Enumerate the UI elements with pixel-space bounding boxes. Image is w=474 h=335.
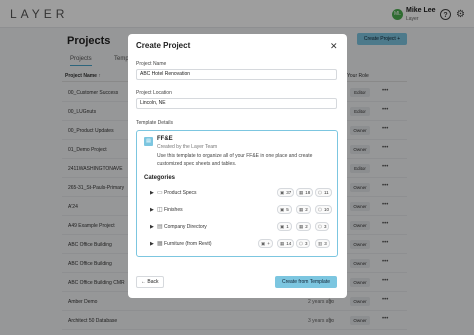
count-icon: ▣ <box>280 190 285 195</box>
chevron-right-icon[interactable]: ▶ <box>150 207 154 213</box>
count-value: 14 <box>286 241 292 246</box>
create-project-modal: Create Project ✕ Project Name ABC Hotel … <box>128 34 347 298</box>
chevron-right-icon[interactable]: ▶ <box>150 190 154 196</box>
category-icon: ▤ <box>157 224 163 230</box>
count-value: + <box>267 241 270 246</box>
count-value: 1 <box>286 224 289 229</box>
category-count-badge: ▦ 2 <box>296 222 311 231</box>
template-card: ▤ FF&E Created by the Layer Team Use thi… <box>136 130 338 257</box>
template-name: FF&E <box>157 136 173 142</box>
count-icon: ▦ <box>299 190 304 195</box>
count-value: 37 <box>286 190 292 195</box>
category-icon: ◫ <box>157 207 163 213</box>
project-name-label: Project Name <box>136 61 167 67</box>
template-details-label: Template Details <box>136 120 173 126</box>
category-count-badge: ▣ + <box>258 239 273 248</box>
chevron-right-icon[interactable]: ▶ <box>150 241 154 247</box>
count-value: 5 <box>286 207 289 212</box>
category-count-badge: ⬡ 11 <box>315 188 332 197</box>
category-count-badge: ▣ 5 <box>277 205 292 214</box>
count-icon: ▦ <box>280 241 285 246</box>
category-name: Furniture (from Revit) <box>164 241 212 247</box>
category-row[interactable]: ▶ ▭ Product Specs ▣ 37 ▦ 18 ⬡ 11 <box>144 187 334 199</box>
count-icon: ⬡ <box>318 207 322 212</box>
count-icon: ⬡ <box>299 241 303 246</box>
back-label: Back <box>147 279 159 285</box>
category-count-badge: ▣ 1 <box>277 222 292 231</box>
count-value: 3 <box>324 241 327 246</box>
category-row[interactable]: ▶ ▦ Furniture (from Revit) ▣ + ▦ 14 ⬡ 3 ▥ 3 <box>144 238 334 250</box>
category-count-badge: ▦ 2 <box>296 205 311 214</box>
category-count-badge: ▦ 18 <box>296 188 314 197</box>
count-icon: ▣ <box>280 224 285 229</box>
count-icon: ⬡ <box>318 224 322 229</box>
category-row[interactable]: ▶ ▤ Company Directory ▣ 1 ▦ 2 ⬡ 3 <box>144 221 334 233</box>
category-row[interactable]: ▶ ◫ Finishes ▣ 5 ▦ 2 ⬡ 10 <box>144 204 334 216</box>
count-icon: ▦ <box>299 207 304 212</box>
project-location-input[interactable]: Lincoln, NE <box>136 98 337 109</box>
count-icon: ▣ <box>280 207 285 212</box>
count-value: 3 <box>323 224 327 229</box>
count-icon: ▥ <box>318 241 323 246</box>
category-count-badge: ▥ 3 <box>315 239 330 248</box>
count-icon: ⬡ <box>318 190 322 195</box>
categories-title: Categories <box>144 175 176 181</box>
category-icon: ▭ <box>157 190 163 196</box>
category-icon: ▦ <box>157 241 163 247</box>
count-value: 3 <box>304 241 308 246</box>
count-icon: ▦ <box>299 224 304 229</box>
create-from-template-button[interactable]: Create from Template <box>275 276 337 288</box>
template-author: Created by the Layer Team <box>157 144 218 150</box>
project-location-label: Project Location <box>136 90 172 96</box>
modal-title: Create Project <box>136 41 191 50</box>
back-arrow-icon: ← <box>141 279 146 285</box>
category-count-badge: ▣ 37 <box>277 188 295 197</box>
back-button[interactable]: ← Back <box>136 276 164 288</box>
count-value: 2 <box>305 207 308 212</box>
category-count-badge: ⬡ 3 <box>296 239 311 248</box>
category-count-badge: ⬡ 10 <box>315 205 332 214</box>
category-count-badge: ⬡ 3 <box>315 222 330 231</box>
count-value: 2 <box>305 224 308 229</box>
count-icon: ▣ <box>261 241 266 246</box>
category-name: Finishes <box>164 207 183 213</box>
template-icon: ▤ <box>144 137 153 146</box>
category-count-badge: ▦ 14 <box>277 239 295 248</box>
category-name: Company Directory <box>164 224 207 230</box>
count-value: 10 <box>323 207 329 212</box>
category-name: Product Specs <box>164 190 197 196</box>
template-description: Use this template to organize all of you… <box>157 153 313 167</box>
close-icon[interactable]: ✕ <box>330 42 338 51</box>
chevron-right-icon[interactable]: ▶ <box>150 224 154 230</box>
project-name-input[interactable]: ABC Hotel Renovation <box>136 69 337 80</box>
count-value: 18 <box>305 190 311 195</box>
count-value: 11 <box>323 190 329 195</box>
